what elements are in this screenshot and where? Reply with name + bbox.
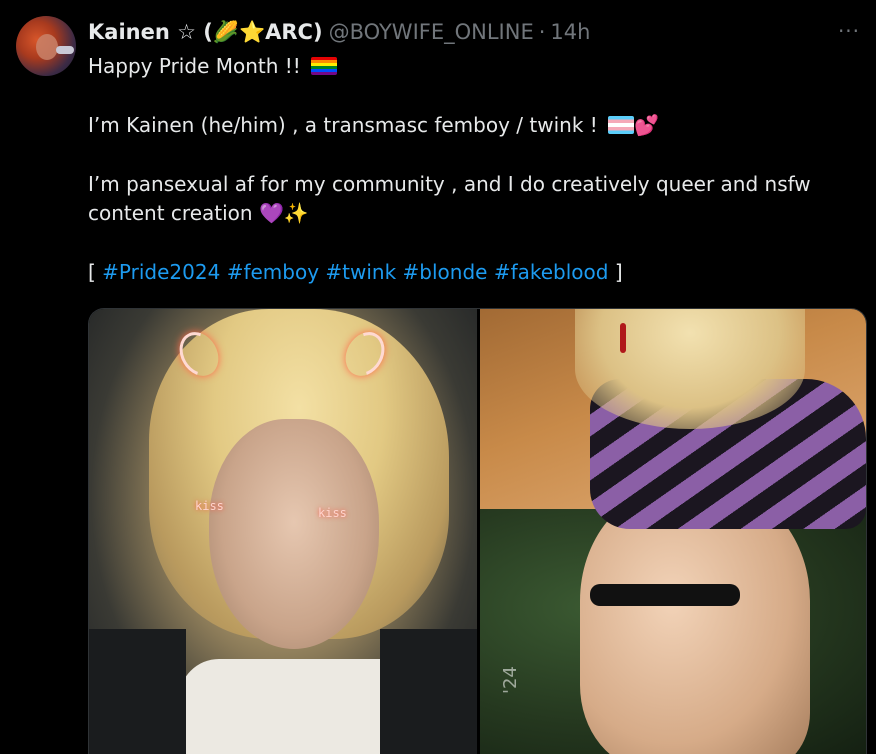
more-options-icon[interactable]: ··· [836,18,862,44]
hashtag-twink[interactable]: #twink [325,260,396,284]
user-handle[interactable]: @BOYWIFE_ONLINE [329,20,534,44]
display-name[interactable]: Kainen ☆ (🌽⭐ARC) [88,20,323,45]
hashtag-pride2024[interactable]: #Pride2024 [102,260,220,284]
tweet-header: Kainen ☆ (🌽⭐ARC) @BOYWIFE_ONLINE · 14h [88,18,590,46]
photo-watermark: '24 [500,666,521,694]
pride-greeting: Happy Pride Month !! [88,54,308,78]
separator-dot: · [538,20,546,44]
identity-text: I’m pansexual af for my community , and … [88,172,811,196]
hashtag-fakeblood[interactable]: #fakeblood [494,260,609,284]
hashtag-femboy[interactable]: #femboy [227,260,319,284]
tweet[interactable]: Kainen ☆ (🌽⭐ARC) @BOYWIFE_ONLINE · 14h ·… [0,0,876,754]
photo-selfie[interactable]: kiss kiss [89,309,477,754]
hashtag-blonde[interactable]: #blonde [403,260,488,284]
avatar-microphone [56,46,74,54]
content-text: content creation [88,201,259,225]
rainbow-flag-icon [311,57,338,75]
avatar[interactable] [16,16,76,76]
text-line-1: Happy Pride Month !! [88,52,858,81]
intro-text: I’m Kainen (he/him) , a transmasc femboy… [88,113,605,137]
text-line-4: content creation 💜✨ [88,199,858,228]
avatar-face [36,34,58,60]
kiss-sticker-left: kiss [195,499,224,513]
purple-heart-sparkles-emoji: 💜✨ [258,201,309,225]
text-line-2: I’m Kainen (he/him) , a transmasc femboy… [88,111,858,140]
bracket-close: ] [608,260,623,284]
timestamp[interactable]: 14h [550,20,590,44]
transgender-flag-icon [608,116,635,134]
tweet-text: Happy Pride Month !! I’m Kainen (he/him)… [88,52,858,287]
photo-outfit[interactable]: '24 [480,309,866,754]
kiss-sticker-right: kiss [318,506,347,520]
text-line-3: I’m pansexual af for my community , and … [88,170,858,199]
media-grid: kiss kiss '24 [88,308,867,754]
hearts-emoji: 💕 [634,113,660,137]
hashtag-line: [ #Pride2024 #femboy #twink #blonde #fak… [88,258,858,287]
bracket-open: [ [88,260,103,284]
